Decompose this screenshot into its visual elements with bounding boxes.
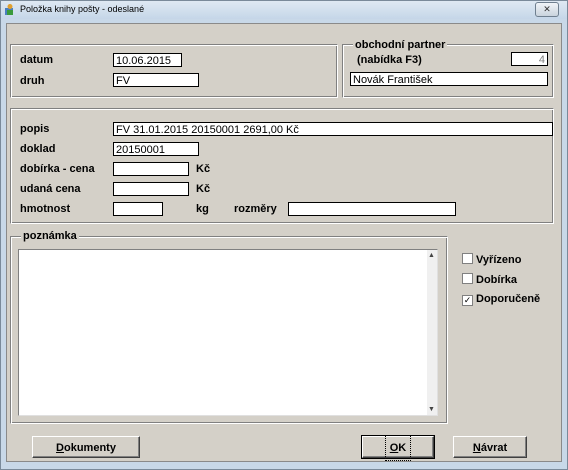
dialog-window: Položka knihy pošty - odeslané ✕ datum 1… — [0, 0, 568, 470]
dialog-client-area: datum 10.06.2015 druh FV obchodní partne… — [6, 23, 562, 462]
scroll-up-icon[interactable]: ▲ — [428, 252, 435, 259]
partner-legend: obchodní partner — [353, 39, 448, 51]
partner-id-field[interactable]: 4 — [511, 52, 548, 66]
doklad-label: doklad — [20, 143, 56, 155]
close-button[interactable]: ✕ — [535, 2, 559, 17]
partner-hint: (nabídka F3) — [357, 54, 422, 66]
datum-label: datum — [20, 54, 53, 66]
navrat-accesskey: N — [472, 442, 481, 454]
ok-button[interactable]: OK — [361, 435, 435, 461]
basic-info-group: datum 10.06.2015 druh FV — [10, 44, 338, 98]
note-scrollbar[interactable]: ▲ ▼ — [427, 250, 437, 415]
details-group: popis FV 31.01.2015 20150001 2691,00 Kč … — [10, 108, 554, 224]
druh-field[interactable]: FV — [113, 73, 199, 87]
dobirka-label: Dobírka — [476, 274, 517, 286]
note-legend: poznámka — [21, 230, 79, 242]
vyrizeno-checkbox-box[interactable] — [462, 253, 473, 264]
doklad-field[interactable]: 20150001 — [113, 142, 199, 156]
dokumenty-label-rest: okumenty — [63, 442, 116, 454]
doporuceno-checkbox[interactable]: ✓ Doporučeně — [462, 293, 540, 306]
vyrizeno-checkbox[interactable]: Vyřízeno — [462, 253, 521, 266]
udana-cena-field[interactable] — [113, 182, 189, 196]
hmotnost-field[interactable] — [113, 202, 163, 216]
close-icon: ✕ — [543, 4, 551, 14]
partner-name-field[interactable]: Novák František — [350, 72, 548, 86]
vyrizeno-label: Vyřízeno — [476, 254, 522, 266]
udana-currency: Kč — [196, 183, 211, 195]
app-icon — [5, 4, 13, 15]
navrat-button[interactable]: Návrat — [453, 436, 527, 458]
hmotnost-unit: kg — [196, 203, 209, 215]
note-textarea[interactable]: ▲ ▼ — [18, 249, 438, 416]
rozmery-label: rozměry — [234, 203, 277, 215]
popis-label: popis — [20, 123, 50, 135]
dobirka-currency: Kč — [196, 163, 211, 175]
datum-field[interactable]: 10.06.2015 — [113, 53, 182, 67]
ok-accesskey: O — [389, 442, 399, 454]
dokumenty-accesskey: D — [56, 442, 64, 454]
rozmery-field[interactable] — [288, 202, 456, 216]
dobirka-cena-label: dobírka - cena — [20, 163, 95, 175]
dobirka-cena-field[interactable] — [113, 162, 189, 176]
ok-label-rest: K — [398, 442, 407, 454]
dokumenty-button-label: Dokumenty — [53, 437, 119, 459]
popis-field[interactable]: FV 31.01.2015 20150001 2691,00 Kč — [113, 122, 553, 136]
navrat-button-label: Návrat — [470, 437, 510, 459]
scroll-down-icon[interactable]: ▼ — [428, 406, 435, 413]
hmotnost-label: hmotnost — [20, 203, 71, 215]
dokumenty-button[interactable]: Dokumenty — [32, 436, 140, 458]
title-bar[interactable]: Položka knihy pošty - odeslané ✕ — [1, 1, 567, 19]
dobirka-checkbox[interactable]: Dobírka — [462, 273, 517, 286]
druh-label: druh — [20, 75, 45, 87]
dobirka-checkbox-box[interactable] — [462, 273, 473, 284]
check-icon[interactable]: ✓ — [462, 295, 473, 306]
doporuceno-label: Doporučeně — [476, 293, 541, 305]
window-title: Položka knihy pošty - odeslané — [20, 4, 145, 14]
navrat-label-rest: ávrat — [480, 442, 508, 454]
udana-cena-label: udaná cena — [20, 183, 81, 195]
ok-button-label: OK — [384, 435, 412, 461]
